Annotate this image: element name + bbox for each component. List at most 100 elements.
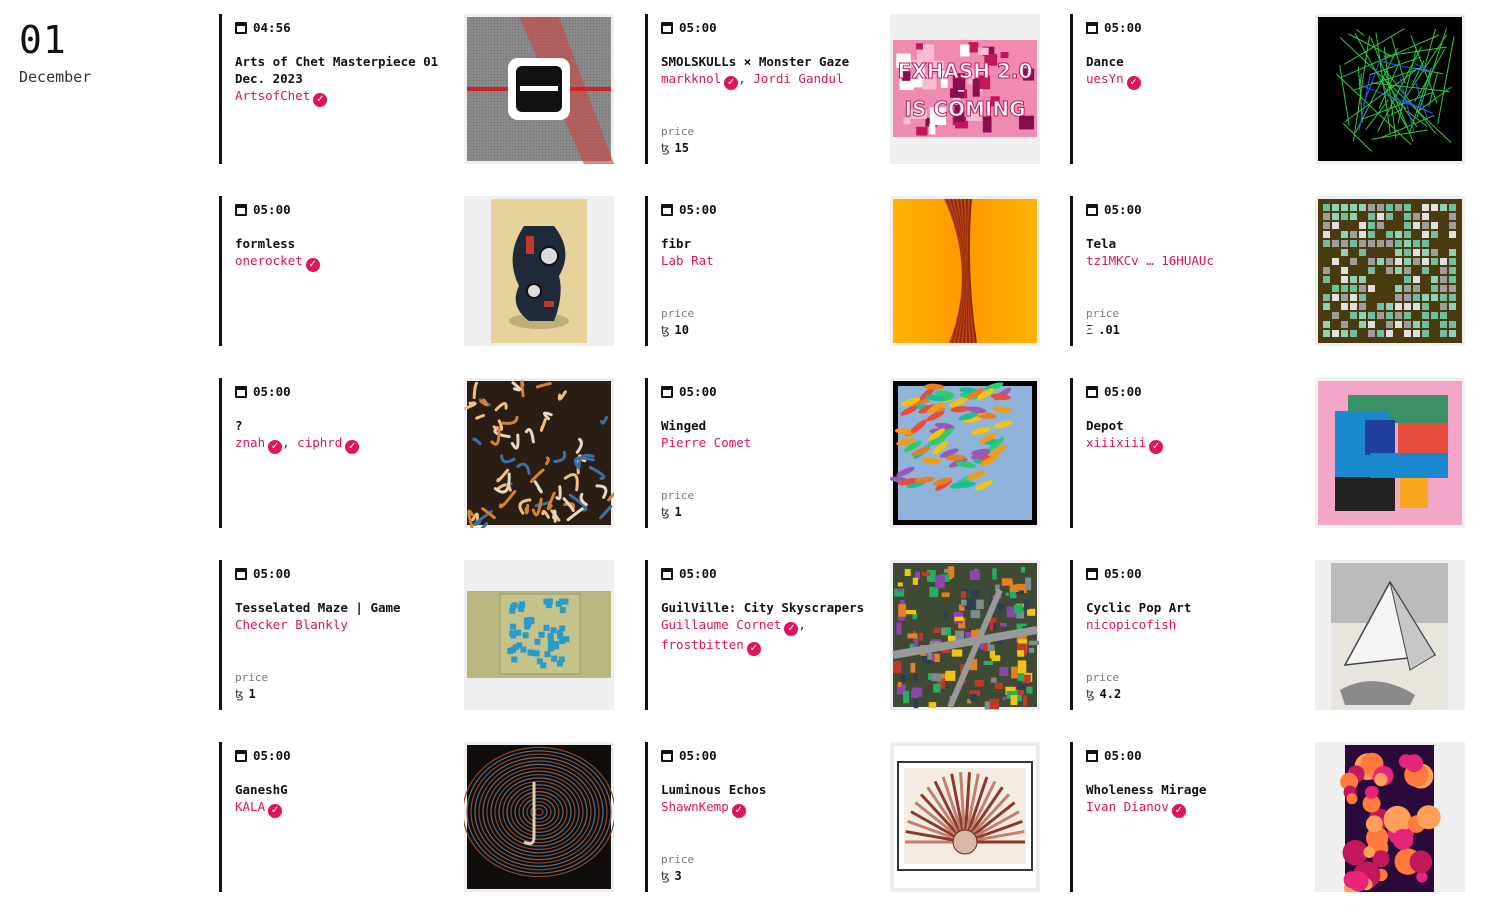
author-link[interactable]: markknol [661, 71, 721, 86]
author-link[interactable]: KALA [235, 799, 265, 814]
author-link[interactable]: tz1MKCv … 16HUAUc [1086, 253, 1214, 268]
project-title[interactable]: Tesselated Maze | Game [235, 599, 465, 616]
release-card-depot[interactable]: 05:00 Depot xiiixiii ✓ [1070, 378, 1465, 528]
price-amount: 1 [674, 505, 682, 519]
release-time: 05:00 [1086, 384, 1142, 399]
release-card-untitled[interactable]: 05:00 ? znah ✓, ciphrd ✓ [219, 378, 614, 528]
artwork-thumbnail[interactable] [1315, 14, 1465, 164]
project-title[interactable]: Winged [661, 417, 891, 434]
artwork-thumbnail[interactable] [1315, 196, 1465, 346]
artwork-thumbnail[interactable] [1315, 378, 1465, 528]
author-link[interactable]: xiiixiii [1086, 435, 1146, 450]
release-card-formless[interactable]: 05:00 formless onerocket ✓ [219, 196, 614, 346]
author-link[interactable]: frostbitten [661, 637, 744, 652]
release-time: 05:00 [235, 384, 291, 399]
project-title[interactable]: Cyclic Pop Art [1086, 599, 1316, 616]
release-card-tela[interactable]: 05:00 Tela tz1MKCv … 16HUAUc price Ξ .01 [1070, 196, 1465, 346]
project-title[interactable]: Luminous Echos [661, 781, 891, 798]
release-card-smolskulls-monster-gaze[interactable]: 05:00 SMOLSKULLs × Monster Gaze markknol ✓,… [645, 14, 1040, 164]
artwork-thumbnail[interactable] [464, 742, 614, 892]
artwork-thumbnail[interactable] [1315, 742, 1465, 892]
calendar-icon [661, 21, 673, 34]
release-card-arts-of-chet-masterpiece-01-dec-2023[interactable]: 04:56 Arts of Chet Masterpiece 01 Dec. 20… [219, 14, 614, 164]
release-card-ganeshg[interactable]: 05:00 GaneshG KALA ✓ [219, 742, 614, 892]
price-label: price [661, 125, 695, 138]
card-info: 05:00 GaneshG KALA ✓ [235, 742, 465, 892]
card-title-block: ? znah ✓, ciphrd ✓ [235, 417, 465, 454]
card-info: 05:00 Cyclic Pop Art nicopicofish price ꜩ 4.2 [1086, 560, 1316, 710]
author-link[interactable]: znah [235, 435, 265, 450]
project-title[interactable]: SMOLSKULLs × Monster Gaze [661, 53, 891, 70]
date-day: 01 [19, 18, 67, 62]
artwork-image [1315, 560, 1465, 710]
project-title[interactable]: Wholeness Mirage [1086, 781, 1316, 798]
price-value: ꜩ1 [235, 687, 256, 701]
project-title[interactable]: formless [235, 235, 465, 252]
artwork-thumbnail[interactable] [464, 378, 614, 528]
tezos-icon: ꜩ [661, 869, 670, 883]
author-link[interactable]: Lab Rat [661, 253, 714, 268]
project-title[interactable]: Dance [1086, 53, 1316, 70]
calendar-icon [661, 203, 673, 216]
release-card-dance[interactable]: 05:00 Dance uesYn ✓ [1070, 14, 1465, 164]
artwork-thumbnail[interactable] [1315, 560, 1465, 710]
artwork-image [464, 380, 614, 528]
release-card-wholeness-mirage[interactable]: 05:00 Wholeness Mirage Ivan Dianov ✓ [1070, 742, 1465, 892]
verified-badge-icon: ✓ [1126, 76, 1141, 90]
artwork-image [464, 196, 614, 346]
card-info: 05:00 GuilVille: City Skyscrapers Guillaum… [661, 560, 891, 710]
price-amount: 1 [248, 687, 256, 701]
release-time-text: 05:00 [679, 748, 717, 763]
author-list: Checker Blankly [235, 616, 465, 633]
artwork-thumbnail[interactable] [464, 196, 614, 346]
artwork-thumbnail[interactable] [890, 378, 1040, 528]
project-title[interactable]: Depot [1086, 417, 1316, 434]
artwork-image [1318, 199, 1462, 343]
card-info: 05:00 Luminous Echos ShawnKemp ✓ price ꜩ 3 [661, 742, 891, 892]
verified-badge-icon: ✓ [731, 804, 746, 818]
artwork-thumbnail[interactable]: FXHASH 2.0 IS COMING [890, 14, 1040, 164]
card-info: 05:00 Depot xiiixiii ✓ [1086, 378, 1316, 528]
price-value: ꜩ 10 [661, 323, 689, 337]
project-title[interactable]: GaneshG [235, 781, 465, 798]
author-link[interactable]: ArtsofChet [235, 88, 310, 103]
artwork-thumbnail[interactable] [464, 14, 614, 164]
project-title[interactable]: GuilVille: City Skyscrapers [661, 599, 891, 616]
release-card-fibr[interactable]: 05:00 fibr Lab Rat price ꜩ 10 [645, 196, 1040, 346]
artwork-image [1318, 17, 1462, 161]
project-title[interactable]: Tela [1086, 235, 1316, 252]
author-link[interactable]: ShawnKemp [661, 799, 729, 814]
price-label: price [661, 489, 695, 502]
author-link[interactable]: Checker Blankly [235, 617, 348, 632]
artwork-image [1318, 381, 1462, 525]
release-card-tesselated-maze-game[interactable]: 05:00 Tesselated Maze | Game Checker Blank… [219, 560, 614, 710]
project-title[interactable]: Arts of Chet Masterpiece 01 Dec. 2023 [235, 53, 465, 87]
release-time-text: 05:00 [679, 566, 717, 581]
author-link[interactable]: onerocket [235, 253, 303, 268]
release-card-luminous-echos[interactable]: 05:00 Luminous Echos ShawnKemp ✓ price ꜩ 3 [645, 742, 1040, 892]
author-link[interactable]: ciphrd [297, 435, 342, 450]
artwork-thumbnail[interactable] [464, 560, 614, 710]
release-card-guilville-city-skyscrapers[interactable]: 05:00 GuilVille: City Skyscrapers Guillaum… [645, 560, 1040, 710]
release-card-winged[interactable]: 05:00 Winged Pierre Comet price ꜩ 1 [645, 378, 1040, 528]
author-link[interactable]: Pierre Comet [661, 435, 751, 450]
artwork-thumbnail[interactable] [890, 560, 1040, 710]
release-card-cyclic-pop-art[interactable]: 05:00 Cyclic Pop Art nicopicofish price ꜩ 4.2 [1070, 560, 1465, 710]
price-value: ꜩ 4.2 [1086, 687, 1121, 701]
card-title-block: Dance uesYn ✓ [1086, 53, 1316, 90]
card-info: 05:00 Tela tz1MKCv … 16HUAUc price Ξ .01 [1086, 196, 1316, 346]
project-title[interactable]: fibr [661, 235, 891, 252]
author-link[interactable]: uesYn [1086, 71, 1124, 86]
release-time-text: 05:00 [1104, 384, 1142, 399]
price-value: Ξ .01 [1086, 323, 1120, 337]
project-title[interactable]: ? [235, 417, 465, 434]
author-link[interactable]: Ivan Dianov [1086, 799, 1169, 814]
author-link[interactable]: Guillaume Cornet [661, 617, 781, 632]
artwork-thumbnail[interactable] [890, 742, 1040, 892]
author-link[interactable]: nicopicofish [1086, 617, 1176, 632]
artwork-image [464, 745, 614, 889]
author-link[interactable]: Jordi Gandul [753, 71, 843, 86]
price-amount: 3 [674, 869, 682, 883]
artwork-thumbnail[interactable] [890, 196, 1040, 346]
card-title-block: GaneshG KALA ✓ [235, 781, 465, 818]
